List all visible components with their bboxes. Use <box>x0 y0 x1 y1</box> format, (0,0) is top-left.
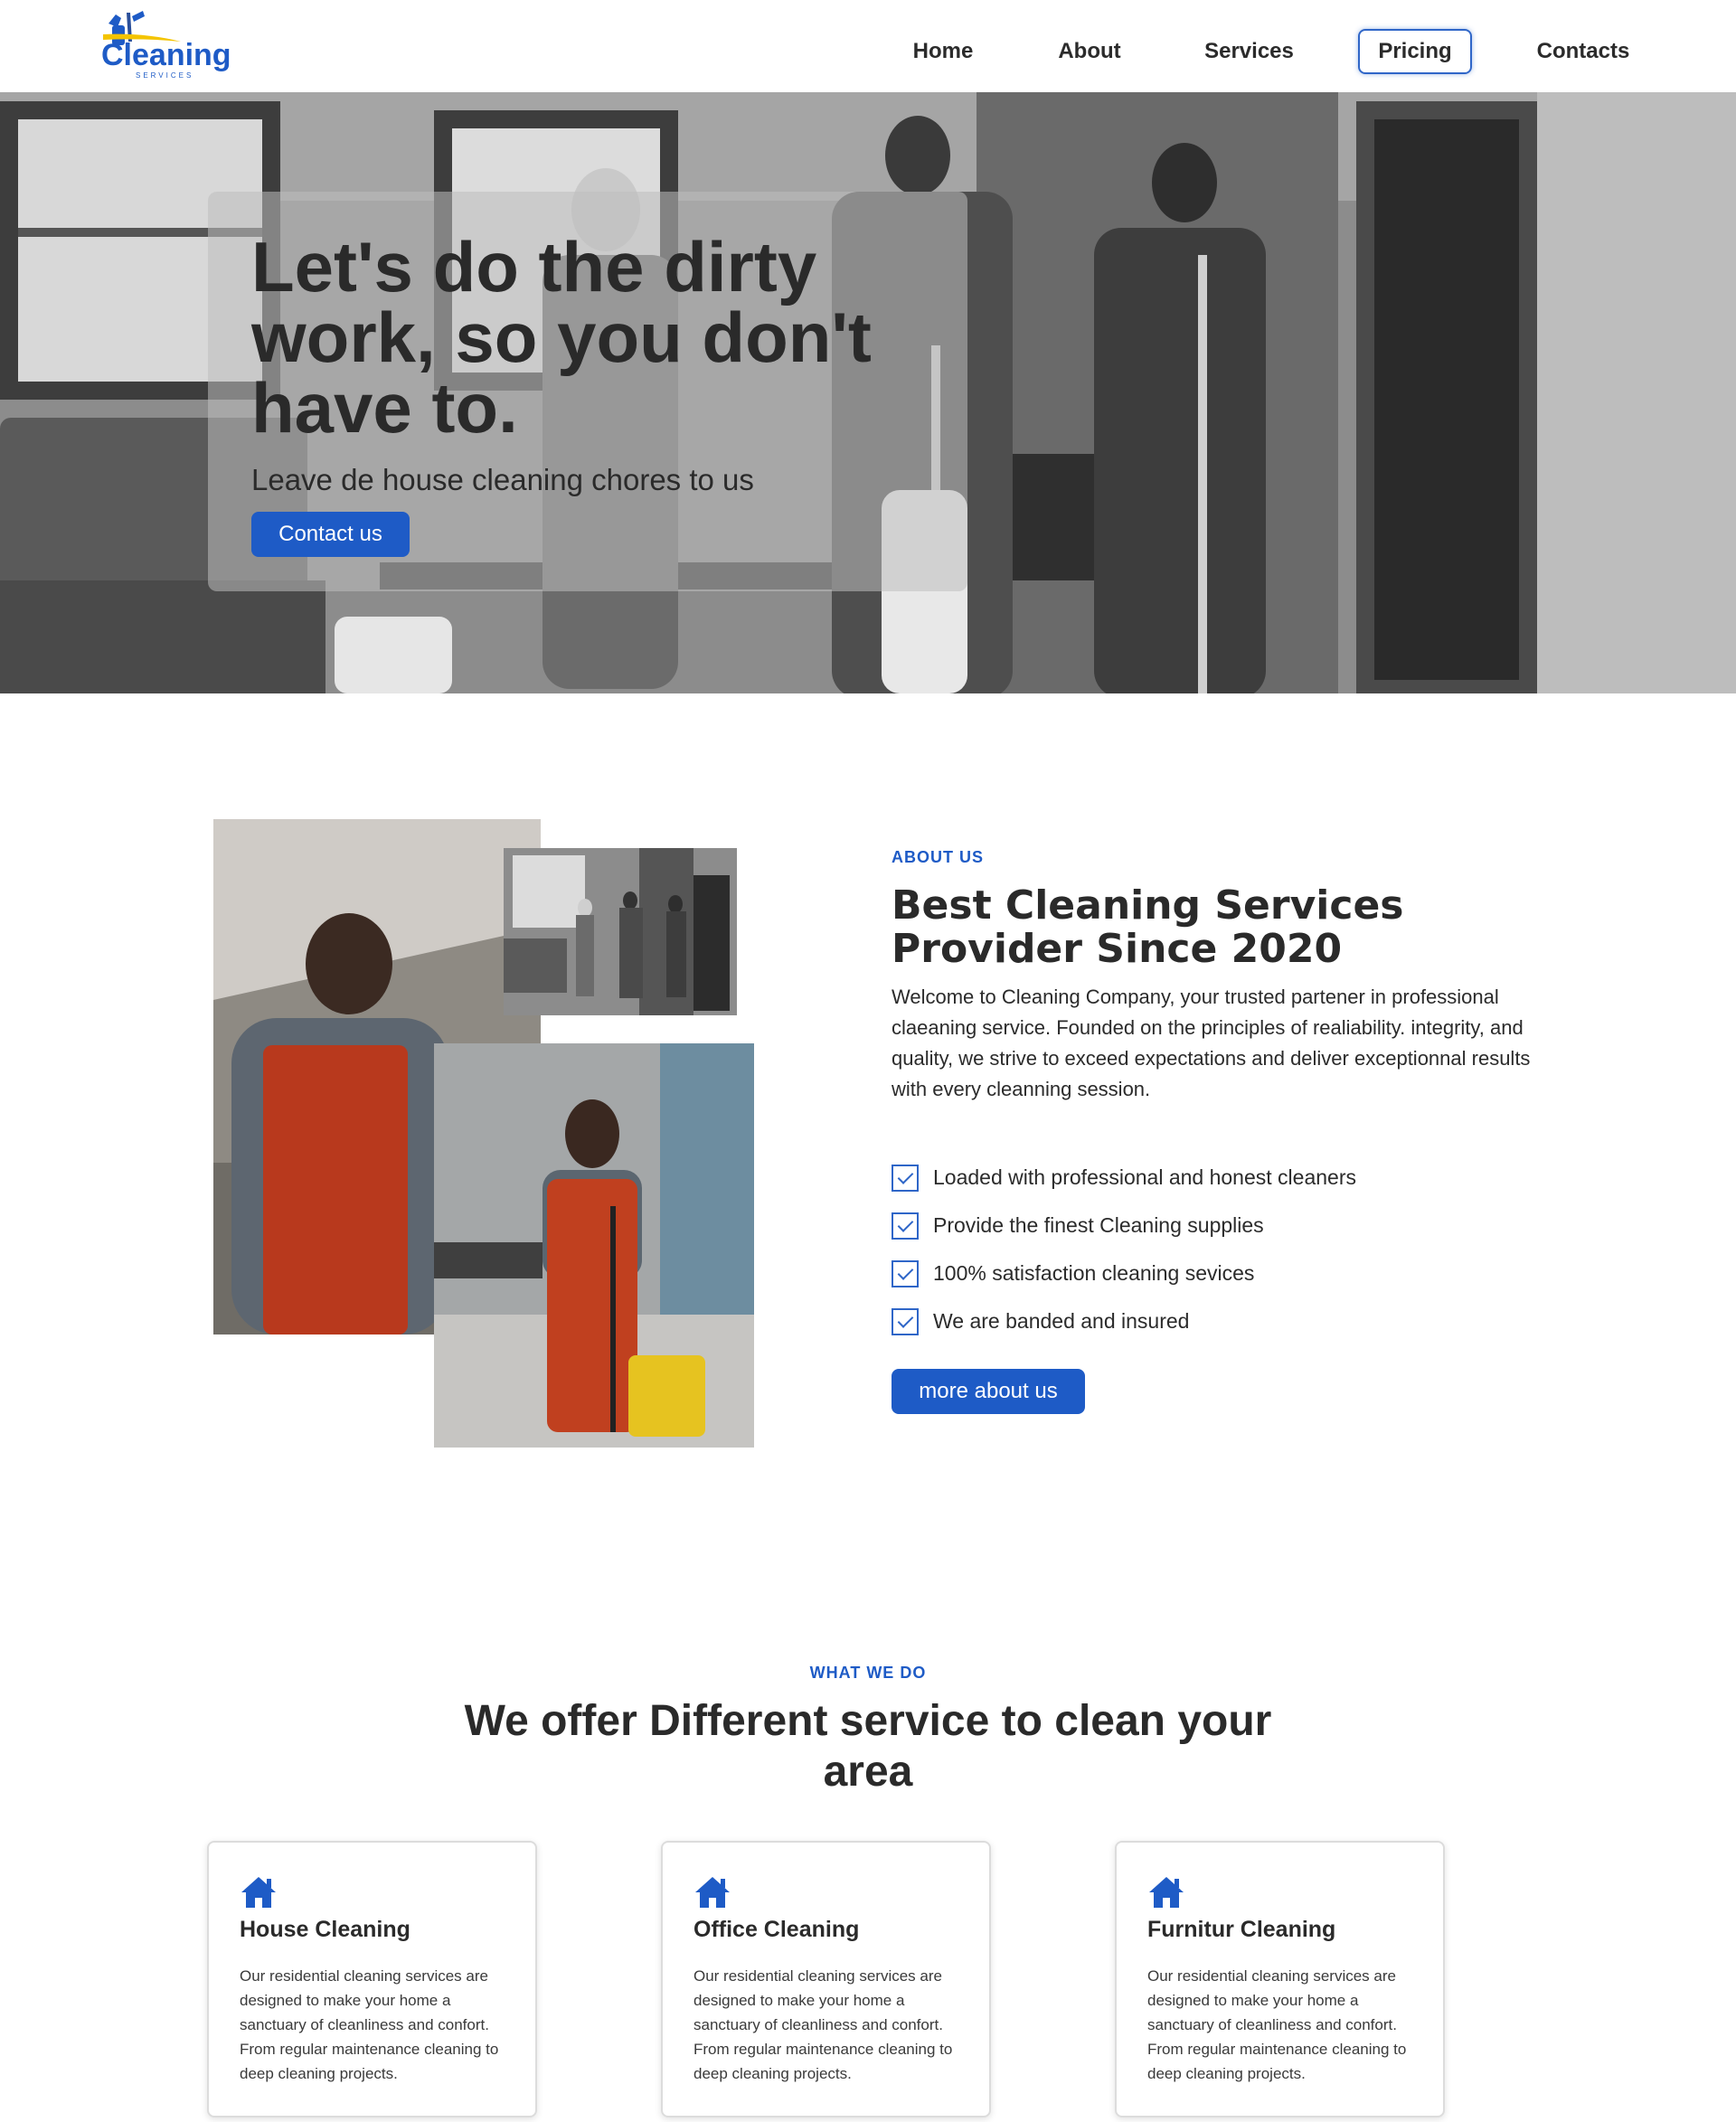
about-photo-team <box>504 848 737 1015</box>
services-title: We offer Different service to clean your… <box>464 1697 1272 1796</box>
checklist-label: Provide the finest Cleaning supplies <box>933 1213 1264 1237</box>
house-icon <box>695 1877 730 1908</box>
checklist-item: Provide the finest Cleaning supplies <box>892 1202 1524 1250</box>
checkbox-icon <box>892 1212 919 1240</box>
checkbox-icon <box>892 1259 919 1287</box>
more-about-us-button[interactable]: more about us <box>892 1369 1085 1414</box>
service-card-house[interactable]: House Cleaning Our residential cleaning … <box>207 1841 537 2117</box>
checklist-item: Loaded with professional and honest clea… <box>892 1154 1524 1202</box>
service-card-office[interactable]: Office Cleaning Our residential cleaning… <box>661 1841 991 2117</box>
checklist-item: We are banded and insured <box>892 1297 1524 1345</box>
checkbox-icon <box>892 1307 919 1335</box>
service-card-title: House Cleaning <box>240 1917 410 1942</box>
hero-title: Let's do the dirty work, so you don't ha… <box>251 227 872 448</box>
about-checklist: Loaded with professional and honest clea… <box>892 1154 1524 1345</box>
about-photo-woman <box>434 1043 754 1448</box>
hero-card: Let's do the dirty work, so you don't ha… <box>208 192 967 591</box>
checklist-item: 100% satisfaction cleaning sevices <box>892 1250 1524 1297</box>
house-icon <box>241 1877 276 1908</box>
service-card-text: Our residential cleaning services are de… <box>240 1967 499 2082</box>
services-eyebrow: WHAT WE DO <box>809 1664 927 1682</box>
hero-subtitle: Leave de house cleaning chores to us <box>251 463 754 496</box>
service-card-furniture[interactable]: Furnitur Cleaning Our residential cleani… <box>1115 1841 1445 2117</box>
hero-section: Let's do the dirty work, so you don't ha… <box>0 92 1736 693</box>
service-card-title: Furnitur Cleaning <box>1147 1917 1336 1942</box>
nav-contacts[interactable]: Contacts <box>1524 29 1642 74</box>
nav-pricing[interactable]: Pricing <box>1358 29 1472 74</box>
service-card-text: Our residential cleaning services are de… <box>693 1967 953 2082</box>
contact-us-button[interactable]: Contact us <box>251 512 410 557</box>
checkbox-icon <box>892 1164 919 1192</box>
main-nav: Home About Services Pricing Contacts <box>0 29 1736 74</box>
about-description: Welcome to Cleaning Company, your truste… <box>892 986 1531 1100</box>
checklist-label: 100% satisfaction cleaning sevices <box>933 1261 1255 1285</box>
nav-about[interactable]: About <box>1044 29 1135 74</box>
about-image-collage <box>213 819 756 1448</box>
service-card-text: Our residential cleaning services are de… <box>1147 1967 1407 2082</box>
site-header: Cleaning SERVICES Home About Services Pr… <box>0 0 1736 92</box>
nav-home[interactable]: Home <box>898 29 988 74</box>
about-eyebrow: ABOUT US <box>892 848 984 866</box>
house-icon <box>1149 1877 1184 1908</box>
service-card-title: Office Cleaning <box>693 1917 860 1942</box>
checklist-label: Loaded with professional and honest clea… <box>933 1165 1356 1189</box>
about-title: Best Cleaning Services Provider Since 20… <box>892 882 1404 972</box>
checklist-label: We are banded and insured <box>933 1309 1190 1333</box>
nav-services[interactable]: Services <box>1192 29 1307 74</box>
